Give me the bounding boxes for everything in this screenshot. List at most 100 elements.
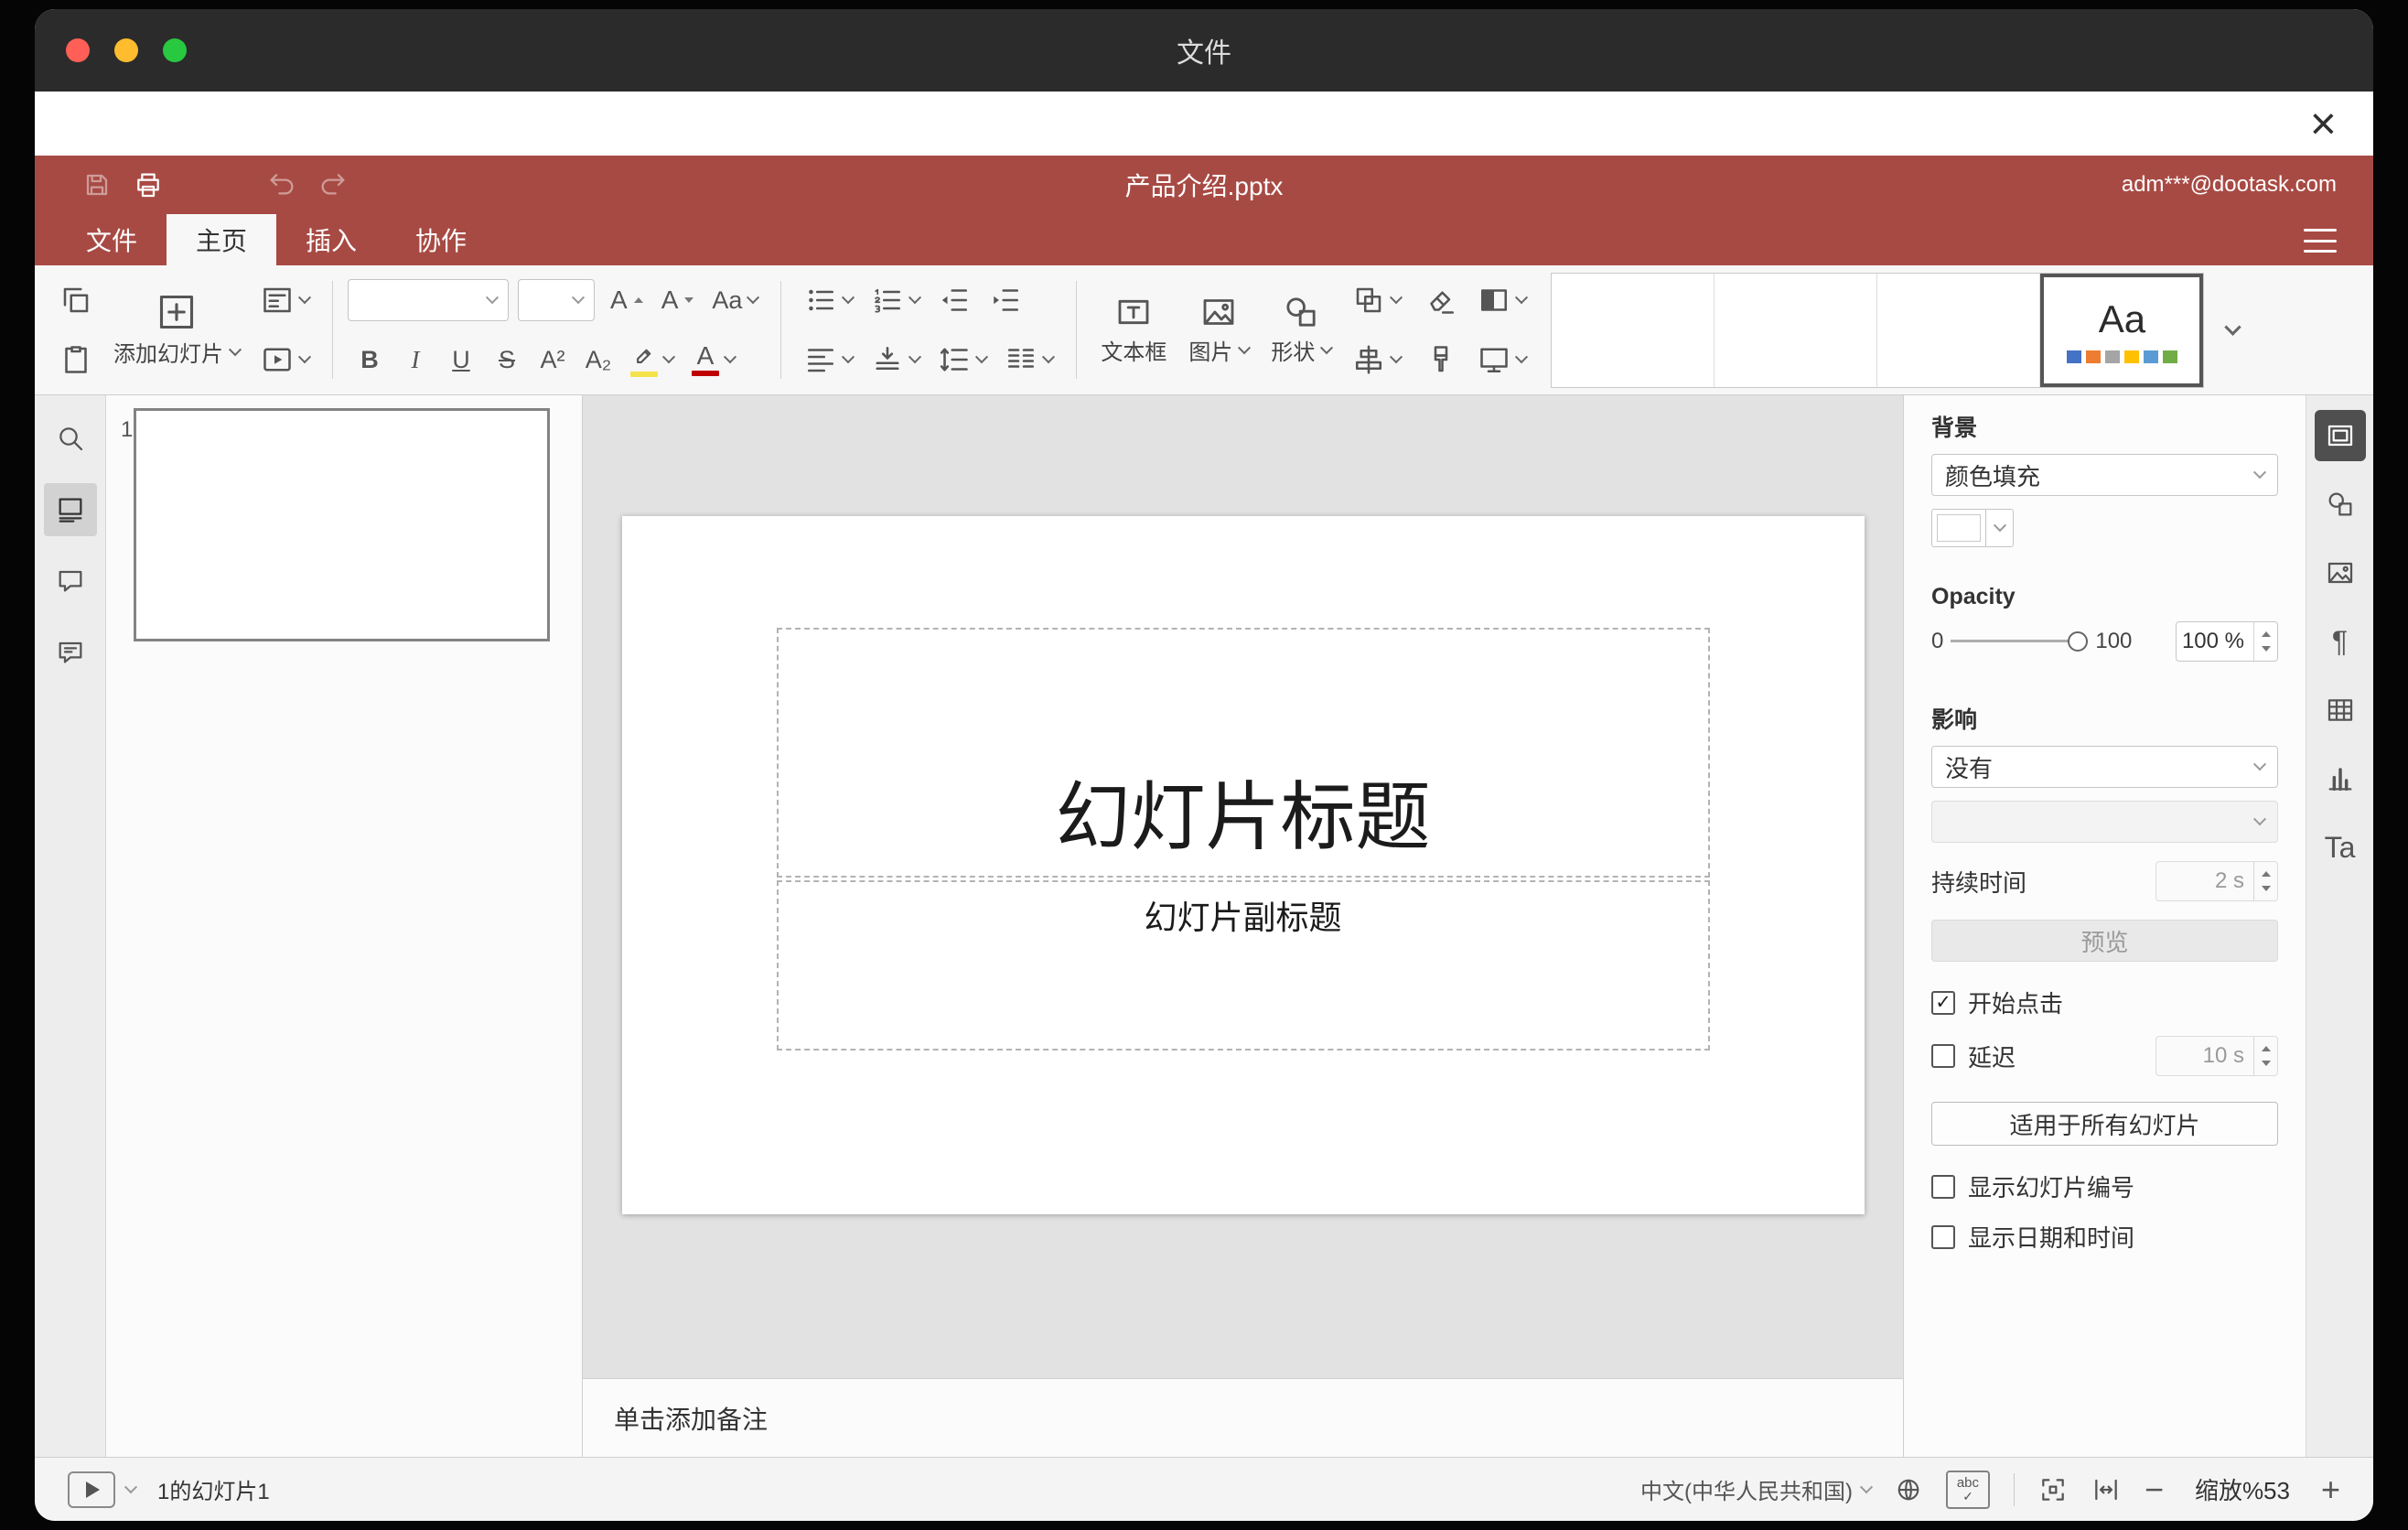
line-spacing-button[interactable] [930, 334, 994, 385]
set-language-button[interactable] [1895, 1476, 1922, 1503]
chat-button[interactable] [44, 626, 97, 679]
effect-variant-select[interactable] [1931, 801, 2278, 843]
color-scheme-button[interactable] [1469, 275, 1534, 326]
minimize-traffic-light[interactable] [114, 38, 138, 62]
show-slide-number-checkbox[interactable] [1931, 1174, 1955, 1199]
numbering-button[interactable] [863, 275, 928, 326]
strikeout-button[interactable]: S [485, 334, 529, 385]
insert-image-button[interactable]: 图片 [1179, 272, 1258, 388]
theme-item-selected[interactable]: Aa [2040, 273, 2204, 387]
align-shape-button[interactable] [1344, 334, 1409, 385]
increase-indent-button[interactable] [981, 275, 1030, 326]
comments-button[interactable] [44, 555, 97, 608]
table-settings-button[interactable] [2315, 684, 2366, 736]
columns-button[interactable] [996, 334, 1061, 385]
underline-button[interactable]: U [439, 334, 483, 385]
horizontal-align-button[interactable] [796, 334, 861, 385]
language-selector[interactable]: 中文(中华人民共和国) [1640, 1473, 1874, 1505]
search-button[interactable] [44, 412, 97, 465]
background-color-picker[interactable] [1931, 509, 2014, 547]
bullets-button[interactable] [796, 275, 861, 326]
font-name-select[interactable] [348, 279, 509, 321]
theme-item[interactable] [1715, 273, 1878, 387]
chevron-down-icon [2252, 813, 2267, 826]
tab-collaboration[interactable]: 协作 [386, 214, 496, 265]
opacity-slider[interactable] [1951, 630, 2089, 652]
clear-style-button[interactable] [1416, 275, 1466, 326]
opacity-input[interactable]: 100 % [2176, 621, 2278, 662]
close-icon[interactable]: × [2310, 97, 2337, 150]
highlight-color-button[interactable] [622, 334, 682, 385]
font-color-button[interactable]: A [683, 334, 743, 385]
increase-font-button[interactable]: A [602, 275, 651, 326]
delay-input[interactable]: 10 s [2155, 1036, 2278, 1076]
delay-checkbox[interactable] [1931, 1044, 1955, 1068]
start-slideshow-status-button[interactable] [68, 1471, 115, 1508]
insert-shape-button[interactable]: 形状 [1262, 272, 1340, 388]
menu-icon[interactable] [2304, 229, 2337, 253]
title-placeholder[interactable]: 幻灯片标题 [776, 628, 1710, 878]
background-fill-select[interactable]: 颜色填充 [1931, 454, 2278, 496]
superscript-button[interactable]: A² [531, 334, 575, 385]
italic-button[interactable]: I [393, 334, 437, 385]
close-traffic-light[interactable] [66, 38, 90, 62]
print-button[interactable] [123, 161, 174, 209]
decrease-indent-button[interactable] [930, 275, 979, 326]
start-slideshow-button[interactable] [253, 334, 317, 385]
duration-input[interactable]: 2 s [2155, 861, 2278, 901]
copy-button[interactable] [51, 275, 101, 326]
spell-check-button[interactable]: abc ✓ [1945, 1470, 1990, 1509]
slide[interactable]: 幻灯片标题 幻灯片副标题 [621, 516, 1865, 1214]
fit-to-width-button[interactable] [2091, 1475, 2121, 1504]
tab-home[interactable]: 主页 [167, 214, 277, 265]
theme-item[interactable] [1877, 273, 2041, 387]
image-settings-button[interactable] [2315, 547, 2366, 598]
apply-to-all-slides-button[interactable]: 适用于所有幻灯片 [1931, 1102, 2278, 1146]
tab-insert[interactable]: 插入 [276, 214, 386, 265]
opacity-slider-knob[interactable] [2068, 631, 2089, 652]
theme-item[interactable] [1552, 273, 1715, 387]
change-layout-button[interactable] [253, 275, 317, 326]
tab-file[interactable]: 文件 [57, 214, 167, 265]
subscript-button[interactable]: A₂ [576, 334, 620, 385]
effect-select[interactable]: 没有 [1931, 746, 2278, 788]
save-button[interactable] [71, 161, 123, 209]
spinner-arrows[interactable] [2253, 1037, 2277, 1075]
add-slide-button[interactable]: 添加幻灯片 [104, 272, 249, 388]
chart-settings-button[interactable] [2315, 753, 2366, 804]
paragraph-settings-button[interactable]: ¶ [2315, 616, 2366, 667]
spinner-arrows[interactable] [2253, 622, 2277, 661]
undo-button[interactable] [256, 161, 307, 209]
copy-style-button[interactable] [1416, 334, 1466, 385]
slides-panel-button[interactable] [43, 483, 97, 536]
textart-settings-button[interactable]: Ta [2315, 822, 2366, 873]
insert-textbox-button[interactable]: 文本框 [1091, 272, 1176, 388]
decrease-font-button[interactable]: A [653, 275, 703, 326]
arrange-shape-button[interactable] [1344, 275, 1409, 326]
font-size-select[interactable] [518, 279, 595, 321]
zoom-out-button[interactable]: − [2145, 1472, 2164, 1506]
bold-button[interactable]: B [348, 334, 392, 385]
slide-thumbnail[interactable] [134, 408, 550, 641]
redo-button[interactable] [307, 161, 359, 209]
fullscreen-traffic-light[interactable] [163, 38, 187, 62]
vertical-align-button[interactable] [863, 334, 928, 385]
notes-area[interactable]: 单击添加备注 [583, 1378, 1903, 1457]
chevron-down-icon[interactable] [124, 1480, 138, 1493]
slide-size-button[interactable] [1469, 334, 1534, 385]
color-dropdown-button[interactable] [1985, 510, 2013, 546]
paste-button[interactable] [51, 334, 101, 385]
zoom-in-button[interactable]: + [2321, 1472, 2340, 1506]
shape-settings-button[interactable] [2315, 479, 2366, 530]
chart-icon [2326, 764, 2355, 793]
spinner-arrows[interactable] [2253, 862, 2277, 900]
slide-settings-button[interactable] [2314, 410, 2366, 461]
show-date-time-checkbox[interactable] [1931, 1224, 1955, 1249]
change-case-button[interactable]: Aa [704, 275, 766, 326]
start-on-click-checkbox[interactable]: ✓ [1931, 990, 1955, 1015]
chevron-down-icon [2224, 318, 2241, 336]
theme-gallery-expand-button[interactable] [2208, 273, 2257, 388]
preview-button[interactable]: 预览 [1931, 920, 2278, 962]
fit-to-slide-button[interactable] [2038, 1475, 2068, 1504]
subtitle-placeholder[interactable]: 幻灯片副标题 [776, 880, 1710, 1051]
